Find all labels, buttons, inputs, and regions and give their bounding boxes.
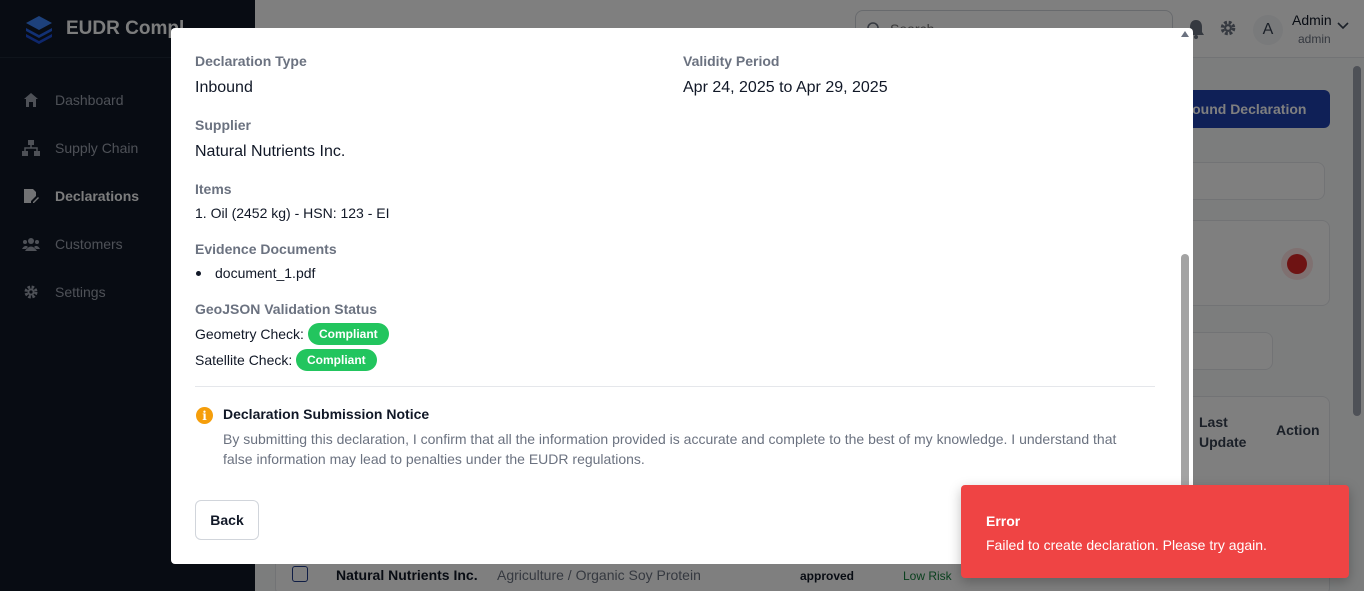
- modal-scrollbar[interactable]: [1180, 28, 1190, 564]
- notice-text: By submitting this declaration, I confir…: [223, 431, 1117, 467]
- geometry-check-badge: Compliant: [308, 323, 389, 345]
- declaration-type-value: Inbound: [195, 79, 253, 96]
- info-icon: i: [196, 407, 213, 424]
- divider: [195, 386, 1155, 387]
- validity-period-value: Apr 24, 2025 to Apr 29, 2025: [683, 79, 888, 96]
- supplier-value: Natural Nutrients Inc.: [195, 143, 346, 160]
- geometry-check-label: Geometry Check:: [195, 326, 304, 342]
- geojson-validation-label: GeoJSON Validation Status: [195, 301, 378, 317]
- document-link[interactable]: document_1.pdf: [215, 265, 315, 281]
- toast-message: Failed to create declaration. Please try…: [986, 537, 1267, 553]
- supplier-label: Supplier: [195, 117, 252, 133]
- satellite-check-label: Satellite Check:: [195, 352, 293, 368]
- evidence-documents-label: Evidence Documents: [195, 241, 337, 257]
- toast-title: Error: [986, 513, 1021, 529]
- declaration-type-label: Declaration Type: [195, 53, 307, 69]
- satellite-check-badge: Compliant: [296, 349, 377, 371]
- bullet-point: [196, 271, 201, 276]
- error-toast[interactable]: Error Failed to create declaration. Plea…: [961, 485, 1349, 578]
- notice-title: Declaration Submission Notice: [223, 406, 430, 422]
- back-button[interactable]: Back: [195, 500, 259, 540]
- scroll-up-arrow-icon[interactable]: [1181, 31, 1189, 37]
- declaration-review-modal: Declaration Type Inbound Validity Period…: [171, 28, 1193, 564]
- validity-period-label: Validity Period: [683, 53, 780, 69]
- items-label: Items: [195, 181, 232, 197]
- item-row: 1. Oil (2452 kg) - HSN: 123 - EI: [195, 205, 390, 221]
